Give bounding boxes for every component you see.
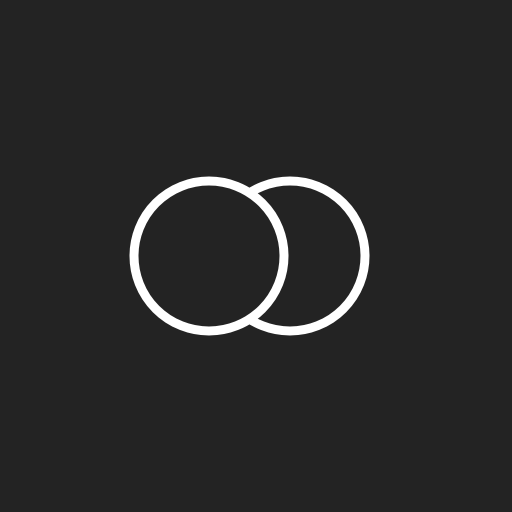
- overlapping-circles-icon: [129, 176, 370, 336]
- front-circle: [129, 176, 289, 336]
- icon-canvas: [0, 0, 512, 512]
- back-circle: [210, 176, 370, 336]
